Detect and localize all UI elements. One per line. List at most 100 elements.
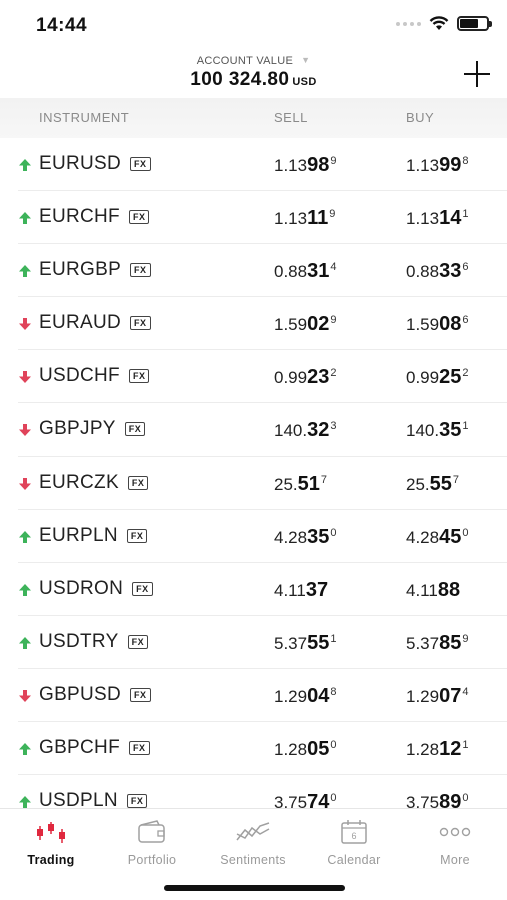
buy-price[interactable]: 25.557 xyxy=(406,473,459,496)
sell-price-pip: 0 xyxy=(330,792,337,805)
sell-price-big: 74 xyxy=(307,791,330,808)
instrument-row-eurpln[interactable]: EURPLN FX 4.28350 4.28450 xyxy=(18,510,507,563)
tab-more[interactable]: More xyxy=(405,819,505,867)
instrument-row-usdchf[interactable]: USDCHF FX 0.99232 0.99252 xyxy=(18,350,507,404)
sell-price[interactable]: 0.88314 xyxy=(274,260,336,283)
instrument-symbol: USDRON xyxy=(39,577,124,599)
sell-price-big: 55 xyxy=(307,631,330,654)
buy-price-prefix: 4.11 xyxy=(406,580,438,600)
sell-price-big: 35 xyxy=(307,525,330,548)
sell-price-pip: 3 xyxy=(330,420,337,433)
sell-price[interactable]: 4.28350 xyxy=(274,526,336,549)
column-buy: BUY xyxy=(406,110,435,125)
buy-price[interactable]: 4.28450 xyxy=(406,526,468,549)
account-value: 100 324.80 USD xyxy=(0,69,507,91)
instrument-row-eurusd[interactable]: EURUSD FX 1.13989 1.13998 xyxy=(18,138,507,192)
buy-price[interactable]: 1.13141 xyxy=(406,207,468,230)
sell-price[interactable]: 3.75740 xyxy=(274,791,336,808)
add-instrument-button[interactable] xyxy=(463,60,491,88)
tab-sentiments[interactable]: Sentiments xyxy=(203,819,303,867)
arrow-down-icon xyxy=(18,423,32,437)
buy-price-pip: 4 xyxy=(462,685,469,698)
instrument-row-usdpln[interactable]: USDPLN FX 3.75740 3.75890 xyxy=(18,775,507,808)
instrument-symbol: USDPLN xyxy=(39,790,118,808)
instrument-row-usdron[interactable]: USDRON FX 4.1137 4.1188 xyxy=(18,563,507,616)
instrument-symbol-cell: EURPLN FX xyxy=(39,525,148,547)
instrument-row-eurchf[interactable]: EURCHF FX 1.13119 1.13141 xyxy=(18,191,507,245)
sell-price-pip: 4 xyxy=(330,261,337,274)
tab-label: More xyxy=(440,853,470,867)
fx-badge: FX xyxy=(128,741,150,756)
instrument-symbol: EURAUD xyxy=(39,312,122,334)
sentiment-chart-icon xyxy=(236,822,270,841)
sell-price-pip: 8 xyxy=(330,685,337,698)
buy-price-big: 35 xyxy=(439,419,462,442)
instrument-row-eurczk[interactable]: EURCZK FX 25.517 25.557 xyxy=(18,457,507,510)
tab-portfolio[interactable]: Portfolio xyxy=(102,819,202,867)
buy-price[interactable]: 0.99252 xyxy=(406,366,468,389)
tab-calendar[interactable]: 6 Calendar xyxy=(304,819,404,867)
instrument-row-eurgbp[interactable]: EURGBP FX 0.88314 0.88336 xyxy=(18,244,507,298)
instrument-row-gbpjpy[interactable]: GBPJPY FX 140.323 140.351 xyxy=(18,403,507,457)
buy-price-big: 55 xyxy=(429,472,452,495)
account-currency: USD xyxy=(292,76,317,88)
buy-price-big: 88 xyxy=(437,578,461,601)
sell-price[interactable]: 140.323 xyxy=(274,419,336,442)
instrument-row-gbpusd[interactable]: GBPUSD FX 1.29048 1.29074 xyxy=(18,669,507,723)
sell-price[interactable]: 1.29048 xyxy=(274,685,336,708)
buy-price-prefix: 1.29 xyxy=(406,686,440,706)
buy-price[interactable]: 1.28121 xyxy=(406,738,468,761)
account-value-label: ACCOUNT VALUE xyxy=(196,55,294,67)
home-indicator xyxy=(164,885,345,891)
sell-price-big: 98 xyxy=(307,154,330,176)
buy-price[interactable]: 1.29074 xyxy=(406,685,468,708)
tab-trading[interactable]: Trading xyxy=(1,819,101,867)
account-value-dropdown[interactable]: ACCOUNT VALUE ▼ xyxy=(0,55,507,67)
sell-price-prefix: 0.88 xyxy=(274,262,308,282)
sell-price[interactable]: 25.517 xyxy=(274,473,327,496)
tab-label: Portfolio xyxy=(127,853,177,867)
sell-price[interactable]: 1.28050 xyxy=(274,738,336,761)
buy-price[interactable]: 3.75890 xyxy=(406,791,468,808)
instrument-row-gbpchf[interactable]: GBPCHF FX 1.28050 1.28121 xyxy=(18,722,507,776)
calendar-day: 6 xyxy=(351,831,356,841)
arrow-down-icon xyxy=(18,477,32,491)
arrow-up-icon xyxy=(18,530,32,544)
buy-price[interactable]: 0.88336 xyxy=(406,260,468,283)
sell-price[interactable]: 1.13989 xyxy=(274,154,336,177)
instrument-row-usdtry[interactable]: USDTRY FX 5.37551 5.37859 xyxy=(18,616,507,669)
sell-price-pip: 7 xyxy=(320,473,328,486)
instrument-row-euraud[interactable]: EURAUD FX 1.59029 1.59086 xyxy=(18,297,507,351)
sell-price[interactable]: 4.1137 xyxy=(274,579,329,602)
sell-price-prefix: 1.13 xyxy=(274,156,308,175)
buy-price[interactable]: 1.59086 xyxy=(406,313,468,336)
instrument-symbol: EURCHF xyxy=(39,206,120,228)
sell-price-prefix: 1.59 xyxy=(274,315,308,335)
arrow-down-icon xyxy=(18,370,32,384)
fx-badge: FX xyxy=(126,528,148,543)
buy-price-pip: 7 xyxy=(452,473,460,486)
instrument-symbol: EURUSD xyxy=(39,153,122,174)
buy-price[interactable]: 140.351 xyxy=(406,419,468,442)
buy-price-big: 08 xyxy=(439,313,462,336)
status-icons xyxy=(396,16,492,31)
buy-price-prefix: 1.28 xyxy=(406,740,440,760)
sell-price[interactable]: 1.59029 xyxy=(274,313,336,336)
arrow-up-icon xyxy=(18,211,32,225)
buy-price[interactable]: 4.1188 xyxy=(406,579,461,602)
buy-price[interactable]: 5.37859 xyxy=(406,632,468,655)
buy-price-prefix: 0.99 xyxy=(406,368,440,388)
instrument-symbol-cell: GBPJPY FX xyxy=(39,418,146,440)
chevron-down-icon: ▼ xyxy=(301,55,311,65)
arrow-up-icon xyxy=(18,795,32,808)
buy-price-pip: 6 xyxy=(462,314,469,327)
buy-price[interactable]: 1.13998 xyxy=(406,154,468,177)
sell-price[interactable]: 1.13119 xyxy=(274,207,335,230)
buy-price-prefix: 5.37 xyxy=(406,633,440,653)
sell-price-prefix: 5.37 xyxy=(274,633,308,653)
sell-price-prefix: 1.29 xyxy=(274,686,308,706)
sell-price-pip: 1 xyxy=(330,632,337,645)
sell-price[interactable]: 5.37551 xyxy=(274,632,336,655)
buy-price-prefix: 25. xyxy=(406,474,430,494)
sell-price[interactable]: 0.99232 xyxy=(274,366,336,389)
